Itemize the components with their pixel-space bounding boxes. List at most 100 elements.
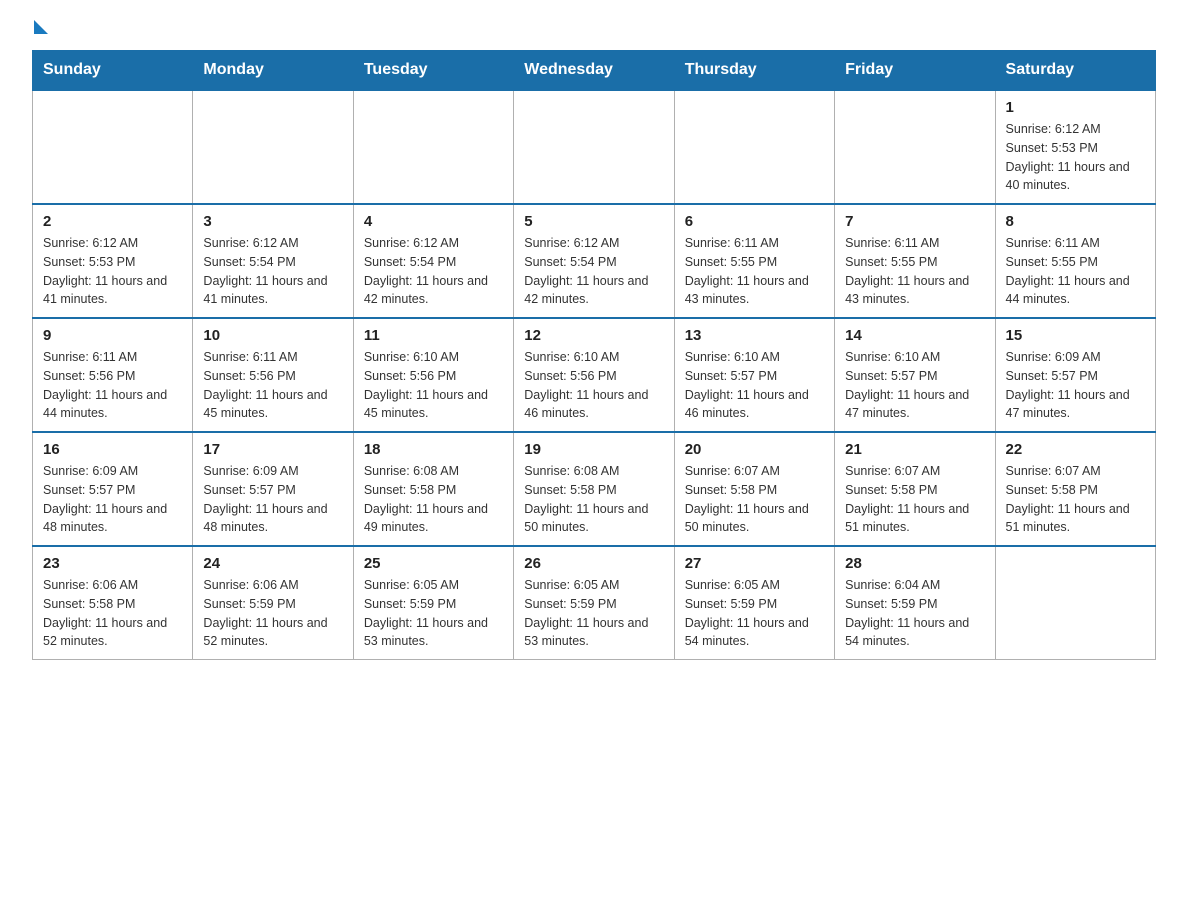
day-number: 10: [203, 327, 342, 344]
day-info: Sunrise: 6:05 AMSunset: 5:59 PMDaylight:…: [524, 576, 663, 651]
calendar-cell: 6Sunrise: 6:11 AMSunset: 5:55 PMDaylight…: [674, 204, 834, 318]
day-number: 20: [685, 441, 824, 458]
calendar-cell: 28 Sunrise: 6:04 AMSunset: 5:59 PMDayligh…: [835, 546, 995, 660]
weekday-header-wednesday: Wednesday: [514, 51, 674, 91]
day-info: Sunrise: 6:09 AMSunset: 5:57 PMDaylight:…: [203, 462, 342, 537]
calendar-cell: 4 Sunrise: 6:12 AMSunset: 5:54 PMDaylight…: [353, 204, 513, 318]
day-number: 19: [524, 441, 663, 458]
calendar-cell: 26 Sunrise: 6:05 AMSunset: 5:59 PMDayligh…: [514, 546, 674, 660]
weekday-header-tuesday: Tuesday: [353, 51, 513, 91]
day-number: 14: [845, 327, 984, 344]
calendar-cell: [193, 90, 353, 204]
day-info: Sunrise: 6:11 AMSunset: 5:55 PMDaylight:…: [685, 234, 824, 309]
day-info: Sunrise: 6:11 AMSunset: 5:55 PMDaylight:…: [1006, 234, 1145, 309]
day-info: Sunrise: 6:10 AMSunset: 5:56 PMDaylight:…: [364, 348, 503, 423]
weekday-header-sunday: Sunday: [33, 51, 193, 91]
calendar-cell: [835, 90, 995, 204]
day-info: Sunrise: 6:12 AMSunset: 5:53 PMDaylight:…: [1006, 120, 1145, 195]
calendar-cell: 3 Sunrise: 6:12 AMSunset: 5:54 PMDaylight…: [193, 204, 353, 318]
day-info: Sunrise: 6:08 AMSunset: 5:58 PMDaylight:…: [524, 462, 663, 537]
day-info: Sunrise: 6:07 AMSunset: 5:58 PMDaylight:…: [1006, 462, 1145, 537]
calendar-week-row: 16 Sunrise: 6:09 AMSunset: 5:57 PMDayligh…: [33, 432, 1156, 546]
day-info: Sunrise: 6:12 AMSunset: 5:54 PMDaylight:…: [364, 234, 503, 309]
day-number: 16: [43, 441, 182, 458]
day-number: 21: [845, 441, 984, 458]
calendar-cell: 12 Sunrise: 6:10 AMSunset: 5:56 PMDayligh…: [514, 318, 674, 432]
day-number: 28: [845, 555, 984, 572]
calendar-cell: 2 Sunrise: 6:12 AMSunset: 5:53 PMDaylight…: [33, 204, 193, 318]
day-info: Sunrise: 6:06 AMSunset: 5:58 PMDaylight:…: [43, 576, 182, 651]
calendar-week-row: 2 Sunrise: 6:12 AMSunset: 5:53 PMDaylight…: [33, 204, 1156, 318]
calendar-cell: 5Sunrise: 6:12 AMSunset: 5:54 PMDaylight…: [514, 204, 674, 318]
calendar-cell: 27 Sunrise: 6:05 AMSunset: 5:59 PMDayligh…: [674, 546, 834, 660]
day-info: Sunrise: 6:06 AMSunset: 5:59 PMDaylight:…: [203, 576, 342, 651]
weekday-header-row: SundayMondayTuesdayWednesdayThursdayFrid…: [33, 51, 1156, 91]
day-info: Sunrise: 6:09 AMSunset: 5:57 PMDaylight:…: [43, 462, 182, 537]
day-info: Sunrise: 6:08 AMSunset: 5:58 PMDaylight:…: [364, 462, 503, 537]
weekday-header-thursday: Thursday: [674, 51, 834, 91]
day-info: Sunrise: 6:04 AMSunset: 5:59 PMDaylight:…: [845, 576, 984, 651]
day-info: Sunrise: 6:05 AMSunset: 5:59 PMDaylight:…: [685, 576, 824, 651]
calendar-cell: 22 Sunrise: 6:07 AMSunset: 5:58 PMDayligh…: [995, 432, 1155, 546]
logo: [32, 24, 48, 34]
day-number: 25: [364, 555, 503, 572]
day-number: 17: [203, 441, 342, 458]
day-info: Sunrise: 6:10 AMSunset: 5:56 PMDaylight:…: [524, 348, 663, 423]
day-info: Sunrise: 6:12 AMSunset: 5:53 PMDaylight:…: [43, 234, 182, 309]
day-number: 11: [364, 327, 503, 344]
day-info: Sunrise: 6:11 AMSunset: 5:56 PMDaylight:…: [203, 348, 342, 423]
day-info: Sunrise: 6:10 AMSunset: 5:57 PMDaylight:…: [685, 348, 824, 423]
day-number: 13: [685, 327, 824, 344]
day-info: Sunrise: 6:11 AMSunset: 5:55 PMDaylight:…: [845, 234, 984, 309]
day-info: Sunrise: 6:12 AMSunset: 5:54 PMDaylight:…: [203, 234, 342, 309]
calendar-cell: 8Sunrise: 6:11 AMSunset: 5:55 PMDaylight…: [995, 204, 1155, 318]
day-number: 9: [43, 327, 182, 344]
day-number: 24: [203, 555, 342, 572]
calendar-cell: 16 Sunrise: 6:09 AMSunset: 5:57 PMDayligh…: [33, 432, 193, 546]
calendar-cell: 19 Sunrise: 6:08 AMSunset: 5:58 PMDayligh…: [514, 432, 674, 546]
day-info: Sunrise: 6:05 AMSunset: 5:59 PMDaylight:…: [364, 576, 503, 651]
calendar-cell: [33, 90, 193, 204]
day-info: Sunrise: 6:07 AMSunset: 5:58 PMDaylight:…: [845, 462, 984, 537]
logo-triangle-icon: [34, 20, 48, 34]
day-info: Sunrise: 6:07 AMSunset: 5:58 PMDaylight:…: [685, 462, 824, 537]
calendar-cell: 1 Sunrise: 6:12 AMSunset: 5:53 PMDaylight…: [995, 90, 1155, 204]
calendar-cell: 10 Sunrise: 6:11 AMSunset: 5:56 PMDayligh…: [193, 318, 353, 432]
day-number: 3: [203, 213, 342, 230]
calendar-cell: [995, 546, 1155, 660]
day-number: 2: [43, 213, 182, 230]
calendar-week-row: 1 Sunrise: 6:12 AMSunset: 5:53 PMDaylight…: [33, 90, 1156, 204]
day-number: 23: [43, 555, 182, 572]
calendar-cell: [514, 90, 674, 204]
weekday-header-saturday: Saturday: [995, 51, 1155, 91]
calendar-cell: 11 Sunrise: 6:10 AMSunset: 5:56 PMDayligh…: [353, 318, 513, 432]
calendar-cell: 25 Sunrise: 6:05 AMSunset: 5:59 PMDayligh…: [353, 546, 513, 660]
day-number: 27: [685, 555, 824, 572]
calendar-week-row: 9 Sunrise: 6:11 AMSunset: 5:56 PMDaylight…: [33, 318, 1156, 432]
weekday-header-monday: Monday: [193, 51, 353, 91]
calendar-cell: 15 Sunrise: 6:09 AMSunset: 5:57 PMDayligh…: [995, 318, 1155, 432]
day-info: Sunrise: 6:09 AMSunset: 5:57 PMDaylight:…: [1006, 348, 1145, 423]
day-number: 26: [524, 555, 663, 572]
calendar-cell: 14 Sunrise: 6:10 AMSunset: 5:57 PMDayligh…: [835, 318, 995, 432]
calendar-cell: 23 Sunrise: 6:06 AMSunset: 5:58 PMDayligh…: [33, 546, 193, 660]
calendar-cell: 18 Sunrise: 6:08 AMSunset: 5:58 PMDayligh…: [353, 432, 513, 546]
calendar-week-row: 23 Sunrise: 6:06 AMSunset: 5:58 PMDayligh…: [33, 546, 1156, 660]
calendar-cell: 21 Sunrise: 6:07 AMSunset: 5:58 PMDayligh…: [835, 432, 995, 546]
calendar-cell: 13 Sunrise: 6:10 AMSunset: 5:57 PMDayligh…: [674, 318, 834, 432]
page-header: [32, 24, 1156, 34]
day-number: 4: [364, 213, 503, 230]
day-number: 12: [524, 327, 663, 344]
day-number: 15: [1006, 327, 1145, 344]
day-info: Sunrise: 6:12 AMSunset: 5:54 PMDaylight:…: [524, 234, 663, 309]
day-number: 7: [845, 213, 984, 230]
day-info: Sunrise: 6:10 AMSunset: 5:57 PMDaylight:…: [845, 348, 984, 423]
weekday-header-friday: Friday: [835, 51, 995, 91]
day-number: 1: [1006, 99, 1145, 116]
day-info: Sunrise: 6:11 AMSunset: 5:56 PMDaylight:…: [43, 348, 182, 423]
calendar-cell: 24 Sunrise: 6:06 AMSunset: 5:59 PMDayligh…: [193, 546, 353, 660]
calendar-cell: 17 Sunrise: 6:09 AMSunset: 5:57 PMDayligh…: [193, 432, 353, 546]
day-number: 22: [1006, 441, 1145, 458]
calendar-cell: 9 Sunrise: 6:11 AMSunset: 5:56 PMDaylight…: [33, 318, 193, 432]
day-number: 18: [364, 441, 503, 458]
